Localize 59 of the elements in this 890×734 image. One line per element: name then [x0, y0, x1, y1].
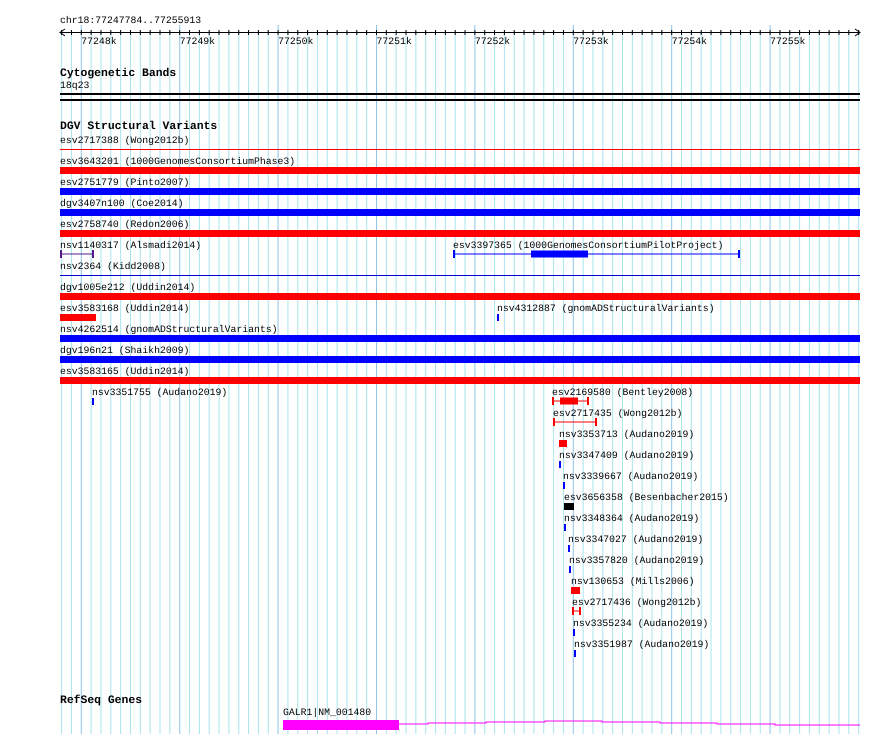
- tick-label: 77254k: [672, 36, 707, 48]
- tick-label: 77253k: [573, 36, 609, 48]
- tick-label: 77252k: [474, 36, 510, 48]
- variant-label[interactable]: nsv3353713 (Audano2019): [559, 429, 694, 440]
- variant-label[interactable]: dgv1005e212 (Uddin2014): [60, 282, 196, 293]
- variant-label[interactable]: esv2169580 (Bentley2008): [552, 387, 694, 398]
- variant-bar[interactable]: [559, 440, 567, 447]
- track-title: Cytogenetic Bands: [60, 68, 178, 80]
- band-label: 18q23: [60, 80, 90, 92]
- variant-bar[interactable]: [60, 188, 860, 195]
- variant-range[interactable]: [452, 250, 740, 258]
- variant-line[interactable]: [60, 149, 860, 150]
- track-title: RefSeq Genes: [60, 695, 144, 707]
- tick-label: 77250k: [278, 36, 314, 48]
- variant-range[interactable]: [60, 250, 94, 258]
- variant-label[interactable]: esv3397365 (1000GenomesConsortiumPilotProject): [453, 240, 724, 251]
- variant-label[interactable]: nsv3347409 (Audano2019): [559, 450, 694, 461]
- variant-bar[interactable]: [60, 356, 860, 363]
- track-title: DGV Structural Variants: [60, 121, 218, 133]
- variant-label[interactable]: esv2717436 (Wong2012b): [572, 597, 702, 608]
- variant-label[interactable]: esv3656358 (Besenbacher2015): [564, 492, 729, 503]
- variant-label[interactable]: nsv3357820 (Audano2019): [569, 555, 704, 566]
- variant-label[interactable]: nsv4312887 (gnomADStructuralVariants): [497, 303, 715, 314]
- variant-label[interactable]: nsv2364 (Kidd2008): [60, 261, 166, 272]
- variant-label[interactable]: nsv130653 (Mills2006): [571, 576, 694, 587]
- variant-label[interactable]: nsv1140317 (Alsmadi2014): [60, 240, 202, 251]
- variant-bar[interactable]: [60, 230, 860, 237]
- variant-bar[interactable]: [60, 335, 860, 342]
- tick-label: 77248k: [81, 36, 117, 48]
- tick-label: 77251k: [376, 36, 412, 48]
- variant-label[interactable]: esv3643201 (1000GenomesConsortiumPhase3): [60, 156, 296, 167]
- variant-label[interactable]: dgv3407n100 (Coe2014): [60, 198, 184, 209]
- variant-bar[interactable]: [60, 377, 860, 384]
- variant-label[interactable]: nsv3351987 (Audano2019): [574, 639, 710, 650]
- variant-label[interactable]: nsv3339667 (Audano2019): [563, 471, 698, 482]
- variant-label[interactable]: nsv3351755 (Audano2019): [92, 387, 228, 398]
- tick-label: 77249k: [180, 36, 215, 48]
- locus-label: chr18:77247784..77255913: [60, 14, 202, 27]
- variant-bar[interactable]: [571, 587, 580, 594]
- variant-bar[interactable]: [564, 503, 574, 510]
- variant-line[interactable]: [60, 275, 860, 276]
- variant-label[interactable]: esv3583168 (Uddin2014): [60, 303, 190, 314]
- variant-label[interactable]: esv3583165 (Uddin2014): [60, 366, 190, 377]
- variant-label[interactable]: dgv196n21 (Shaikh2009): [60, 345, 190, 356]
- variant-label[interactable]: esv2758740 (Redon2006): [60, 219, 190, 230]
- variant-label[interactable]: nsv4262514 (gnomADStructuralVariants): [60, 324, 278, 335]
- variant-bar[interactable]: [60, 293, 860, 300]
- variant-label[interactable]: nsv3348364 (Audano2019): [564, 513, 700, 524]
- gene-drawing[interactable]: [283, 720, 860, 730]
- variant-label[interactable]: esv2717388 (Wong2012b): [60, 135, 190, 146]
- variant-bar[interactable]: [60, 167, 860, 174]
- variant-label[interactable]: nsv3347027 (Audano2019): [568, 534, 704, 545]
- variant-label[interactable]: esv2717435 (Wong2012b): [553, 408, 682, 419]
- variant-label[interactable]: esv2751779 (Pinto2007): [60, 177, 190, 188]
- variant-bar[interactable]: [60, 209, 860, 216]
- variant-label[interactable]: nsv3355234 (Audano2019): [573, 618, 708, 629]
- tick-label: 77255k: [770, 36, 806, 48]
- variant-bar[interactable]: [60, 314, 96, 321]
- gene-label[interactable]: GALR1|NM_001480: [283, 707, 372, 719]
